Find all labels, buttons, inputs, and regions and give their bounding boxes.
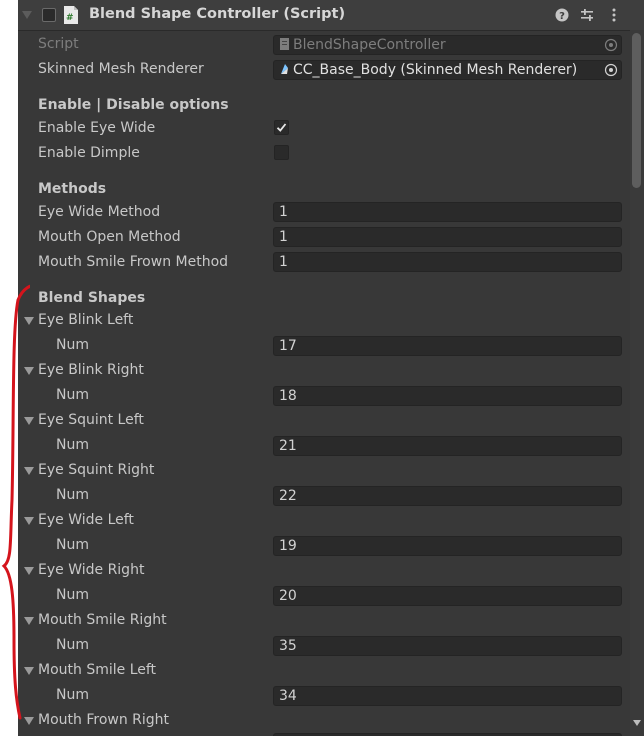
blend-shapes-heading: Blend Shapes <box>38 290 146 306</box>
foldout-mouth-smile-left[interactable]: Mouth Smile Left <box>38 662 156 678</box>
methods-heading: Methods <box>38 181 107 197</box>
num-label: Num <box>56 637 89 653</box>
num-label: Num <box>56 487 89 503</box>
csharp-script-icon: # <box>64 6 78 24</box>
checkmark-icon <box>276 123 287 132</box>
eye-squint-left-num-input[interactable]: 21 <box>273 436 622 456</box>
options-heading: Enable | Disable options <box>38 97 229 113</box>
eye-blink-left-num-input[interactable]: 17 <box>273 336 622 356</box>
component-header[interactable]: # Blend Shape Controller (Script) ? <box>18 0 644 31</box>
foldout-mouth-smile-right[interactable]: Mouth Smile Right <box>38 612 167 628</box>
skinned-mesh-label: Skinned Mesh Renderer <box>38 61 204 77</box>
svg-text:#: # <box>66 13 74 23</box>
mouth-smile-frown-method-input[interactable]: 1 <box>273 252 622 272</box>
enable-eye-wide-label: Enable Eye Wide <box>38 120 156 136</box>
num-label: Num <box>56 587 89 603</box>
component-enable-checkbox[interactable] <box>42 8 56 22</box>
eye-squint-right-num-input[interactable]: 22 <box>273 486 622 506</box>
foldout-eye-blink-right[interactable]: Eye Blink Right <box>38 362 144 378</box>
skinned-mesh-value: CC_Base_Body (Skinned Mesh Renderer) <box>293 62 578 78</box>
foldout-eye-blink-left[interactable]: Eye Blink Left <box>38 312 133 328</box>
enable-dimple-label: Enable Dimple <box>38 145 140 161</box>
num-label: Num <box>56 687 89 703</box>
mouth-smile-frown-method-label: Mouth Smile Frown Method <box>38 254 229 270</box>
enable-eye-wide-checkbox[interactable] <box>274 120 289 135</box>
help-icon[interactable]: ? <box>554 7 570 23</box>
num-label: Num <box>56 337 89 353</box>
foldout-eye-wide-left[interactable]: Eye Wide Left <box>38 512 134 528</box>
mouth-open-method-input[interactable]: 1 <box>273 227 622 247</box>
inspector-panel: # Blend Shape Controller (Script) ? Scri… <box>18 0 644 736</box>
num-label: Num <box>56 437 89 453</box>
enable-dimple-checkbox[interactable] <box>274 145 289 160</box>
red-curly-brace-annotation <box>1 284 30 720</box>
scroll-down-arrow-icon[interactable] <box>633 720 641 726</box>
script-file-icon <box>280 38 289 50</box>
svg-text:?: ? <box>559 11 565 22</box>
mouth-open-method-label: Mouth Open Method <box>38 229 181 245</box>
vertical-scrollbar[interactable] <box>630 30 644 736</box>
object-picker-icon[interactable] <box>604 63 618 77</box>
script-value: BlendShapeController <box>293 37 446 53</box>
mouth-smile-left-num-input[interactable]: 34 <box>273 686 622 706</box>
foldout-eye-squint-right[interactable]: Eye Squint Right <box>38 462 154 478</box>
eye-wide-method-input[interactable]: 1 <box>273 202 622 222</box>
preset-sliders-icon[interactable] <box>579 7 595 23</box>
scrollbar-thumb[interactable] <box>632 33 641 188</box>
num-label: Num <box>56 537 89 553</box>
foldout-mouth-frown-right[interactable]: Mouth Frown Right <box>38 712 169 728</box>
eye-wide-right-num-input[interactable]: 20 <box>273 586 622 606</box>
foldout-eye-squint-left[interactable]: Eye Squint Left <box>38 412 144 428</box>
script-field[interactable]: BlendShapeController <box>273 35 622 55</box>
eye-wide-method-label: Eye Wide Method <box>38 204 161 220</box>
mouth-smile-right-num-input[interactable]: 35 <box>273 636 622 656</box>
foldout-eye-wide-right[interactable]: Eye Wide Right <box>38 562 144 578</box>
eye-wide-left-num-input[interactable]: 19 <box>273 536 622 556</box>
skinned-mesh-icon <box>281 64 288 74</box>
context-menu-icon[interactable] <box>606 7 622 23</box>
object-picker-icon[interactable] <box>604 38 618 52</box>
component-title: Blend Shape Controller (Script) <box>89 6 346 22</box>
skinned-mesh-field[interactable]: CC_Base_Body (Skinned Mesh Renderer) <box>273 60 622 80</box>
script-label: Script <box>38 36 79 52</box>
eye-blink-right-num-input[interactable]: 18 <box>273 386 622 406</box>
num-label: Num <box>56 387 89 403</box>
